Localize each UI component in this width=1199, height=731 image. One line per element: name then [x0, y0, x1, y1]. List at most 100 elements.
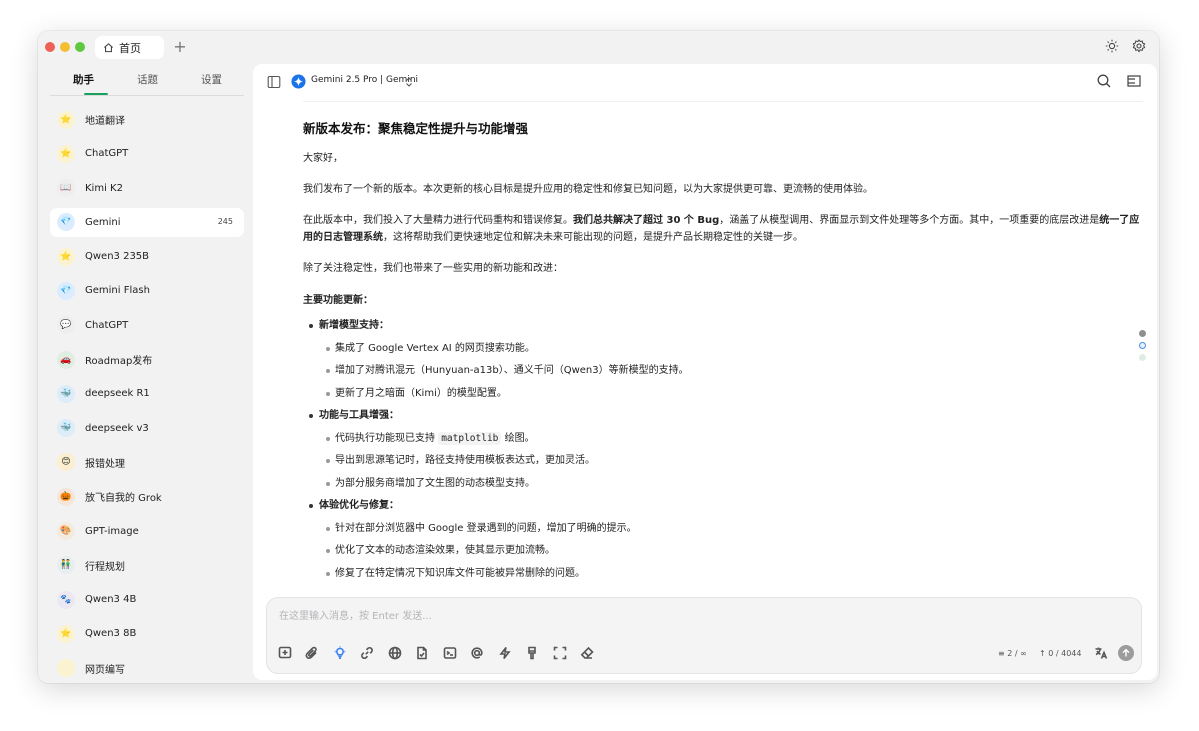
arrow-up-icon: ↑	[1039, 649, 1046, 658]
assistant-item[interactable]: 💬 ChatGPT	[50, 311, 244, 340]
search-icon[interactable]	[1096, 73, 1112, 89]
tab-home[interactable]: 首页	[95, 36, 164, 59]
list-item-text: 代码执行功能现已支持	[335, 432, 439, 444]
expand-button[interactable]	[552, 645, 567, 660]
assistant-avatar: 🚗	[57, 350, 75, 369]
tab-topics[interactable]: 话题	[137, 72, 158, 87]
maximize-window-button[interactable]	[75, 42, 85, 52]
p2-text-e: ，这将帮助我们更快速地定位和解决未来可能出现的问题，是提升产品长期稳定性的关键一…	[383, 232, 803, 243]
gear-icon[interactable]	[1132, 39, 1146, 53]
assistant-item[interactable]: 🐳 deepseek R1	[50, 379, 244, 408]
assistant-item[interactable]: 🚗 Roadmap发布	[50, 345, 244, 374]
assistant-item[interactable]: ⭐ 地道翻译	[50, 105, 244, 134]
assistant-item[interactable]: 🎃 放飞自我的 Grok	[50, 482, 244, 511]
assistant-avatar	[57, 659, 75, 678]
close-window-button[interactable]	[45, 42, 55, 52]
assistant-item[interactable]: ⭐ Qwen3 235B	[50, 242, 244, 271]
list-lines-icon: ≡	[998, 649, 1005, 658]
assistant-label: 网页编写	[85, 664, 125, 676]
assistant-avatar: 🎨	[57, 522, 75, 541]
topic-count-badge: 245	[217, 216, 233, 226]
assistant-item[interactable]: ⭐ ChatGPT	[50, 139, 244, 168]
assistant-avatar: 💬	[57, 316, 75, 335]
assistant-label: GPT-image	[85, 525, 139, 537]
assistant-avatar: ⭐	[57, 110, 75, 129]
assistant-avatar: 🐳	[57, 384, 75, 403]
assistant-item[interactable]: 🐳 deepseek v3	[50, 414, 244, 443]
knowledge-base-button[interactable]	[414, 645, 429, 660]
assistant-avatar: 🎃	[57, 487, 75, 506]
token-counter: ↑ 0 / 4044	[1039, 649, 1081, 658]
assistant-item[interactable]: 💎 Gemini Flash	[50, 276, 244, 305]
lightbulb-icon	[334, 646, 345, 659]
globe-icon	[388, 646, 401, 659]
nav-dot[interactable]	[1139, 330, 1146, 337]
list-item: 集成了 Google Vertex AI 的网页搜索功能。	[303, 341, 1143, 364]
gemini-model-icon	[291, 74, 306, 89]
assistant-item[interactable]: 😊 报错处理	[50, 448, 244, 477]
assistant-label: 行程规划	[85, 561, 125, 573]
assistant-label: 报错处理	[85, 458, 125, 470]
new-topic-icon	[278, 646, 291, 658]
tab-assistants[interactable]: 助手	[73, 72, 94, 87]
send-button[interactable]	[1118, 645, 1134, 661]
clear-context-button[interactable]	[524, 645, 539, 660]
message-content: 新版本发布：聚焦稳定性提升与功能增强 大家好， 我们发布了一个新的版本。本次更新…	[303, 118, 1143, 588]
tab-settings[interactable]: 设置	[201, 72, 222, 87]
list-item: 代码执行功能现已支持 matplotlib 绘图。	[303, 431, 1143, 454]
assistant-label: Roadmap发布	[85, 356, 153, 368]
model-selector[interactable]: Gemini 2.5 Pro | Gemini	[311, 75, 418, 85]
mcp-tools-button[interactable]	[497, 645, 512, 660]
link-button[interactable]	[359, 645, 374, 660]
home-icon	[104, 43, 113, 53]
mention-model-button[interactable]	[469, 645, 484, 660]
translate-button[interactable]	[1093, 645, 1108, 660]
assistant-label: Gemini Flash	[85, 285, 150, 297]
assistant-label: ChatGPT	[85, 148, 129, 160]
nav-dot-active[interactable]	[1139, 342, 1146, 349]
link-icon	[360, 646, 373, 659]
list-item: 针对在部分浏览器中 Google 登录遇到的问题，增加了明确的提示。	[303, 521, 1143, 544]
nav-dot[interactable]	[1139, 354, 1146, 361]
assistant-label: Qwen3 235B	[85, 251, 150, 263]
terminal-icon	[443, 646, 456, 659]
eraser-button[interactable]	[579, 645, 594, 660]
attach-button[interactable]	[304, 645, 319, 660]
assistant-label: 地道翻译	[85, 116, 125, 127]
arrow-up-icon	[1122, 648, 1130, 657]
message-input[interactable]	[279, 609, 879, 623]
thinking-button[interactable]	[332, 645, 347, 660]
assistant-item[interactable]: 网页编写	[50, 654, 244, 683]
eraser-icon	[580, 646, 594, 659]
web-search-button[interactable]	[387, 645, 402, 660]
chat-header: Gemini 2.5 Pro | Gemini	[253, 64, 1157, 101]
assistant-item[interactable]: 🎨 GPT-image	[50, 517, 244, 546]
chevron-updown-icon[interactable]	[404, 75, 414, 89]
new-tab-button[interactable]: +	[172, 37, 188, 57]
assistant-item[interactable]: 📖 Kimi K2	[50, 174, 244, 203]
context-counter[interactable]: ≡ 2 / ∞	[998, 649, 1027, 658]
list-group-title: 功能与工具增强：	[303, 408, 1143, 431]
assistant-item[interactable]: 🐾 Qwen3 4B	[50, 585, 244, 614]
message-paragraph-3: 除了关注稳定性，我们也带来了一些实用的新功能和改进：	[303, 263, 563, 274]
assistant-list: ⭐ 地道翻译 ⭐ ChatGPT 📖 Kimi K2 💎 Gemini 245 ⭐ Qwen3 23…	[50, 105, 244, 683]
assistant-avatar: 💎	[57, 213, 75, 232]
new-topic-button[interactable]	[277, 645, 292, 660]
p2-text-a: 在此版本中，我们投入了大量精力进行代码重构和错误修复。	[303, 215, 573, 226]
sun-icon[interactable]	[1105, 39, 1119, 53]
minimize-window-button[interactable]	[60, 42, 70, 52]
assistant-avatar: ⭐	[57, 144, 75, 163]
list-item-suffix: 绘图。	[501, 432, 535, 444]
document-icon	[416, 646, 427, 659]
assistant-label: ChatGPT	[85, 319, 129, 331]
assistant-item[interactable]: ⭐ Qwen3 8B	[50, 619, 244, 648]
assistant-item[interactable]: 💎 Gemini 245	[50, 207, 244, 237]
list-item: 修复了在特定情况下知识库文件可能被异常删除的问题。	[303, 566, 1143, 589]
panel-layout-icon[interactable]	[1126, 73, 1142, 89]
sidebar-toggle-icon[interactable]	[267, 75, 281, 89]
quick-phrase-button[interactable]	[442, 645, 457, 660]
app-window: 首页 + 助手 话题 设置 ⭐ 地道翻译 ⭐ ChatGPT 📖 Kimi K2 💎 Gemi…	[38, 31, 1159, 683]
p2-bold-a: 我们总共解决了超过 30 个 Bug	[573, 215, 720, 226]
assistant-item[interactable]: 👬 行程规划	[50, 551, 244, 580]
list-group-title: 新增模型支持：	[303, 318, 1143, 341]
